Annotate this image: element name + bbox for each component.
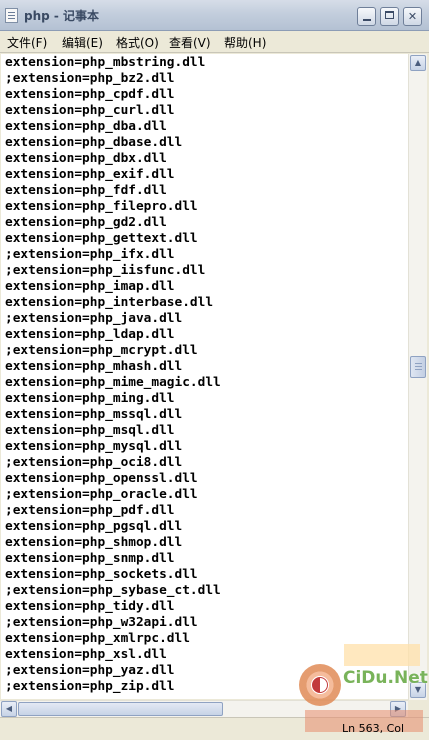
text-line: extension=php_openssl.dll xyxy=(5,471,198,486)
text-line: ;extension=php_pdf.dll xyxy=(5,503,175,518)
text-line: ;extension=php_sybase_ct.dll xyxy=(5,583,221,598)
text-line: extension=php_mime_magic.dll xyxy=(5,375,221,390)
title-bar[interactable]: php - 记事本 ✕ xyxy=(0,0,429,31)
text-line: extension=php_interbase.dll xyxy=(5,295,214,310)
text-line: extension=php_pgsql.dll xyxy=(5,519,183,534)
horizontal-scrollbar[interactable]: ◀ ▶ xyxy=(0,700,408,717)
text-line: extension=php_xsl.dll xyxy=(5,647,167,662)
text-line: extension=php_shmop.dll xyxy=(5,535,183,550)
text-line: ;extension=php_java.dll xyxy=(5,311,183,326)
text-line: extension=php_dbase.dll xyxy=(5,135,183,150)
window-title: php - 记事本 xyxy=(24,9,100,23)
close-button[interactable]: ✕ xyxy=(403,7,422,26)
menu-edit[interactable]: 编辑(E) xyxy=(62,34,103,51)
arrow-right-icon: ▶ xyxy=(394,704,402,713)
text-line: extension=php_fdf.dll xyxy=(5,183,167,198)
grip-icon xyxy=(414,363,422,364)
text-line: extension=php_filepro.dll xyxy=(5,199,198,214)
menu-format[interactable]: 格式(O) xyxy=(116,34,159,51)
scroll-down-button[interactable]: ▼ xyxy=(410,682,426,698)
text-line: extension=php_gd2.dll xyxy=(5,215,167,230)
text-line: ;extension=php_mcrypt.dll xyxy=(5,343,198,358)
text-line: extension=php_mhash.dll xyxy=(5,359,183,374)
text-line: ;extension=php_iisfunc.dll xyxy=(5,263,206,278)
maximize-icon xyxy=(385,11,394,19)
scroll-right-button[interactable]: ▶ xyxy=(390,701,406,717)
text-line: ;extension=php_zip.dll xyxy=(5,679,175,694)
menu-file[interactable]: 文件(F) xyxy=(7,34,47,51)
text-line: extension=php_gettext.dll xyxy=(5,231,198,246)
text-line: extension=php_curl.dll xyxy=(5,103,175,118)
text-line: extension=php_snmp.dll xyxy=(5,551,175,566)
arrow-left-icon: ◀ xyxy=(5,704,13,713)
minimize-button[interactable] xyxy=(357,7,376,26)
text-line: extension=php_mysql.dll xyxy=(5,439,183,454)
text-line: ;extension=php_w32api.dll xyxy=(5,615,198,630)
vertical-scrollbar[interactable]: ▲ ▼ xyxy=(408,54,427,700)
text-line: extension=php_msql.dll xyxy=(5,423,175,438)
text-line: extension=php_ldap.dll xyxy=(5,327,175,342)
arrow-down-icon: ▼ xyxy=(414,685,422,694)
notepad-window: php - 记事本 ✕ 文件(F) 编辑(E) 格式(O) 查看(V) 帮助(H… xyxy=(0,0,429,740)
text-line: ;extension=php_yaz.dll xyxy=(5,663,175,678)
text-line: extension=php_xmlrpc.dll xyxy=(5,631,190,646)
notepad-icon xyxy=(5,8,18,23)
text-editor[interactable]: extension=php_mbstring.dll ;extension=ph… xyxy=(1,54,408,699)
arrow-up-icon: ▲ xyxy=(414,58,422,67)
horizontal-scroll-thumb[interactable] xyxy=(18,702,223,716)
text-line: extension=php_ming.dll xyxy=(5,391,175,406)
text-line: ;extension=php_oracle.dll xyxy=(5,487,198,502)
text-line: extension=php_mssql.dll xyxy=(5,407,183,422)
text-line: extension=php_exif.dll xyxy=(5,167,175,182)
vertical-scroll-thumb[interactable] xyxy=(410,356,426,378)
scroll-up-button[interactable]: ▲ xyxy=(410,55,426,71)
close-icon: ✕ xyxy=(407,10,418,23)
text-line: extension=php_dba.dll xyxy=(5,119,167,134)
text-line: extension=php_imap.dll xyxy=(5,279,175,294)
text-line: ;extension=php_bz2.dll xyxy=(5,71,175,86)
menu-bar: 文件(F) 编辑(E) 格式(O) 查看(V) 帮助(H) xyxy=(0,31,429,53)
menu-help[interactable]: 帮助(H) xyxy=(224,34,266,51)
menu-view[interactable]: 查看(V) xyxy=(169,34,211,51)
text-line: extension=php_sockets.dll xyxy=(5,567,198,582)
text-line: extension=php_mbstring.dll xyxy=(5,55,206,70)
text-line: ;extension=php_ifx.dll xyxy=(5,247,175,262)
scroll-left-button[interactable]: ◀ xyxy=(1,701,17,717)
text-line: extension=php_dbx.dll xyxy=(5,151,167,166)
status-bar: Ln 563, Col xyxy=(0,717,429,740)
text-line: ;extension=php_oci8.dll xyxy=(5,455,183,470)
text-line: extension=php_cpdf.dll xyxy=(5,87,175,102)
minimize-icon xyxy=(362,19,371,21)
text-line: extension=php_tidy.dll xyxy=(5,599,175,614)
cursor-position: Ln 563, Col xyxy=(342,722,405,735)
maximize-button[interactable] xyxy=(380,7,399,26)
